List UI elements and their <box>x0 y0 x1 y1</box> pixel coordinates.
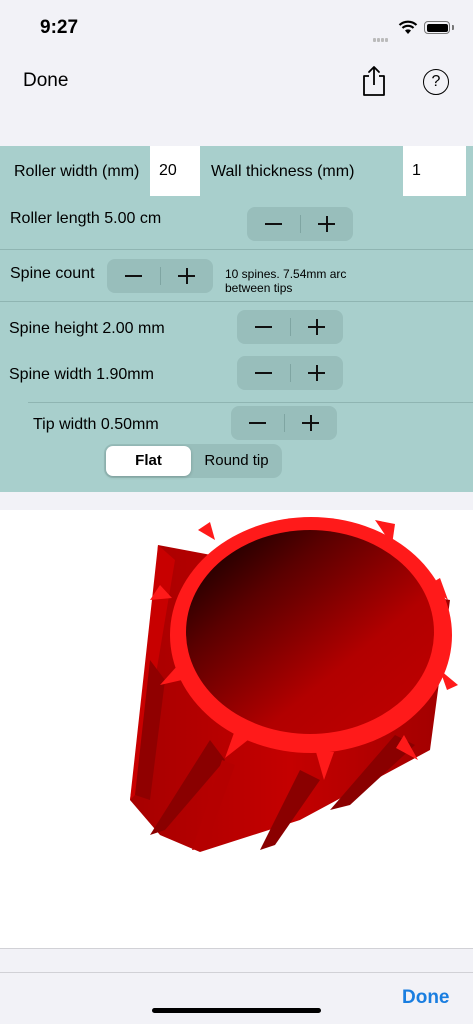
roller-width-field[interactable]: 20 <box>150 146 200 196</box>
battery-cap <box>452 25 454 30</box>
tip-width-increment-button[interactable] <box>284 406 337 440</box>
spine-height-stepper[interactable] <box>237 310 343 344</box>
spine-count-increment-button[interactable] <box>160 259 213 293</box>
row-divider <box>28 402 473 403</box>
done-button[interactable]: Done <box>23 70 68 92</box>
battery-icon <box>424 21 450 34</box>
tip-width-label: Tip width 0.50mm <box>33 416 159 433</box>
roller-length-stepper[interactable] <box>247 207 353 241</box>
wifi-icon <box>398 20 418 34</box>
tip-shape-round-option[interactable]: Round tip <box>193 446 280 476</box>
tip-width-decrement-button[interactable] <box>231 406 284 440</box>
spine-width-label: Spine width 1.90mm <box>9 366 154 383</box>
toolbar-divider <box>0 972 473 973</box>
spine-info-line-1: 10 spines. 7.54mm arc <box>225 267 347 281</box>
home-indicator <box>152 1008 321 1013</box>
roller-3d-model[interactable] <box>0 510 473 948</box>
share-icon[interactable] <box>361 65 387 97</box>
status-time: 9:27 <box>40 17 79 38</box>
spine-width-increment-button[interactable] <box>290 356 343 390</box>
spine-height-decrement-button[interactable] <box>237 310 290 344</box>
spine-count-label: Spine count <box>10 265 95 282</box>
help-icon[interactable]: ? <box>423 69 449 95</box>
spine-info-text: 10 spines. 7.54mm arc between tips <box>225 267 346 295</box>
spine-info-line-2: between tips <box>225 281 293 295</box>
spine-count-stepper[interactable] <box>107 259 213 293</box>
tip-width-stepper[interactable] <box>231 406 337 440</box>
row-divider <box>0 249 473 250</box>
spine-height-increment-button[interactable] <box>290 310 343 344</box>
spine-width-decrement-button[interactable] <box>237 356 290 390</box>
spine-count-decrement-button[interactable] <box>107 259 160 293</box>
navigation-bar: Done ? <box>0 56 473 144</box>
roller-length-decrement-button[interactable] <box>247 207 300 241</box>
tip-shape-segmented-control[interactable]: Flat Round tip <box>104 444 282 478</box>
divider <box>0 948 473 949</box>
roller-length-label: Roller length 5.00 cm <box>10 210 162 227</box>
wall-thickness-field[interactable]: 1 <box>403 146 466 196</box>
roller-settings-panel: Roller width (mm) 20 Wall thickness (mm)… <box>0 146 473 492</box>
model-preview[interactable] <box>0 510 473 948</box>
roller-length-increment-button[interactable] <box>300 207 353 241</box>
status-bar: 9:27 <box>0 0 473 56</box>
spine-width-stepper[interactable] <box>237 356 343 390</box>
cellular-signal-icon <box>373 29 393 42</box>
row-divider <box>0 301 473 302</box>
tip-shape-flat-option[interactable]: Flat <box>106 446 191 476</box>
roller-width-label: Roller width (mm) <box>14 163 140 180</box>
spine-height-label: Spine height 2.00 mm <box>9 320 165 337</box>
toolbar-done-button[interactable]: Done <box>402 987 450 1009</box>
wall-thickness-label: Wall thickness (mm) <box>211 163 355 180</box>
